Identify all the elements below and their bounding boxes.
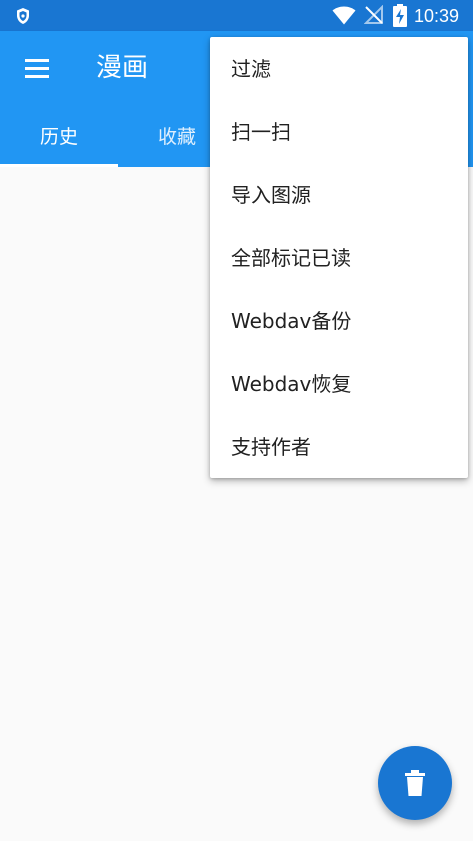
menu-item-label: 过滤 <box>231 57 271 81</box>
menu-item-label: 导入图源 <box>231 183 311 207</box>
menu-item-filter[interactable]: 过滤 <box>210 37 468 100</box>
menu-item-webdav-backup[interactable]: Webdav备份 <box>210 289 468 352</box>
menu-item-mark-all-read[interactable]: 全部标记已读 <box>210 226 468 289</box>
shield-icon <box>17 8 29 24</box>
tab-label: 收藏 <box>157 126 196 148</box>
menu-item-label: 全部标记已读 <box>231 246 351 270</box>
overflow-menu: 过滤 扫一扫 导入图源 全部标记已读 Webdav备份 Webdav恢复 支持作… <box>210 37 468 478</box>
menu-item-import-source[interactable]: 导入图源 <box>210 163 468 226</box>
menu-item-label: 扫一扫 <box>231 120 291 144</box>
delete-fab-button[interactable] <box>378 746 452 820</box>
trash-icon <box>405 770 425 796</box>
menu-item-support-author[interactable]: 支持作者 <box>210 415 468 478</box>
tab-label: 历史 <box>39 126 78 148</box>
status-bar: 10:39 <box>0 0 473 31</box>
wifi-icon <box>332 6 356 25</box>
no-signal-icon <box>364 5 383 24</box>
page-title: 漫画 <box>96 53 149 83</box>
menu-item-label: Webdav备份 <box>231 309 352 333</box>
menu-item-label: 支持作者 <box>231 435 311 459</box>
menu-item-scan[interactable]: 扫一扫 <box>210 100 468 163</box>
hamburger-menu-icon[interactable] <box>17 51 57 87</box>
status-time: 10:39 <box>414 6 460 26</box>
battery-charging-icon <box>393 4 407 27</box>
tab-history[interactable]: 历史 <box>0 107 118 167</box>
menu-item-webdav-restore[interactable]: Webdav恢复 <box>210 352 468 415</box>
menu-item-label: Webdav恢复 <box>231 372 352 396</box>
